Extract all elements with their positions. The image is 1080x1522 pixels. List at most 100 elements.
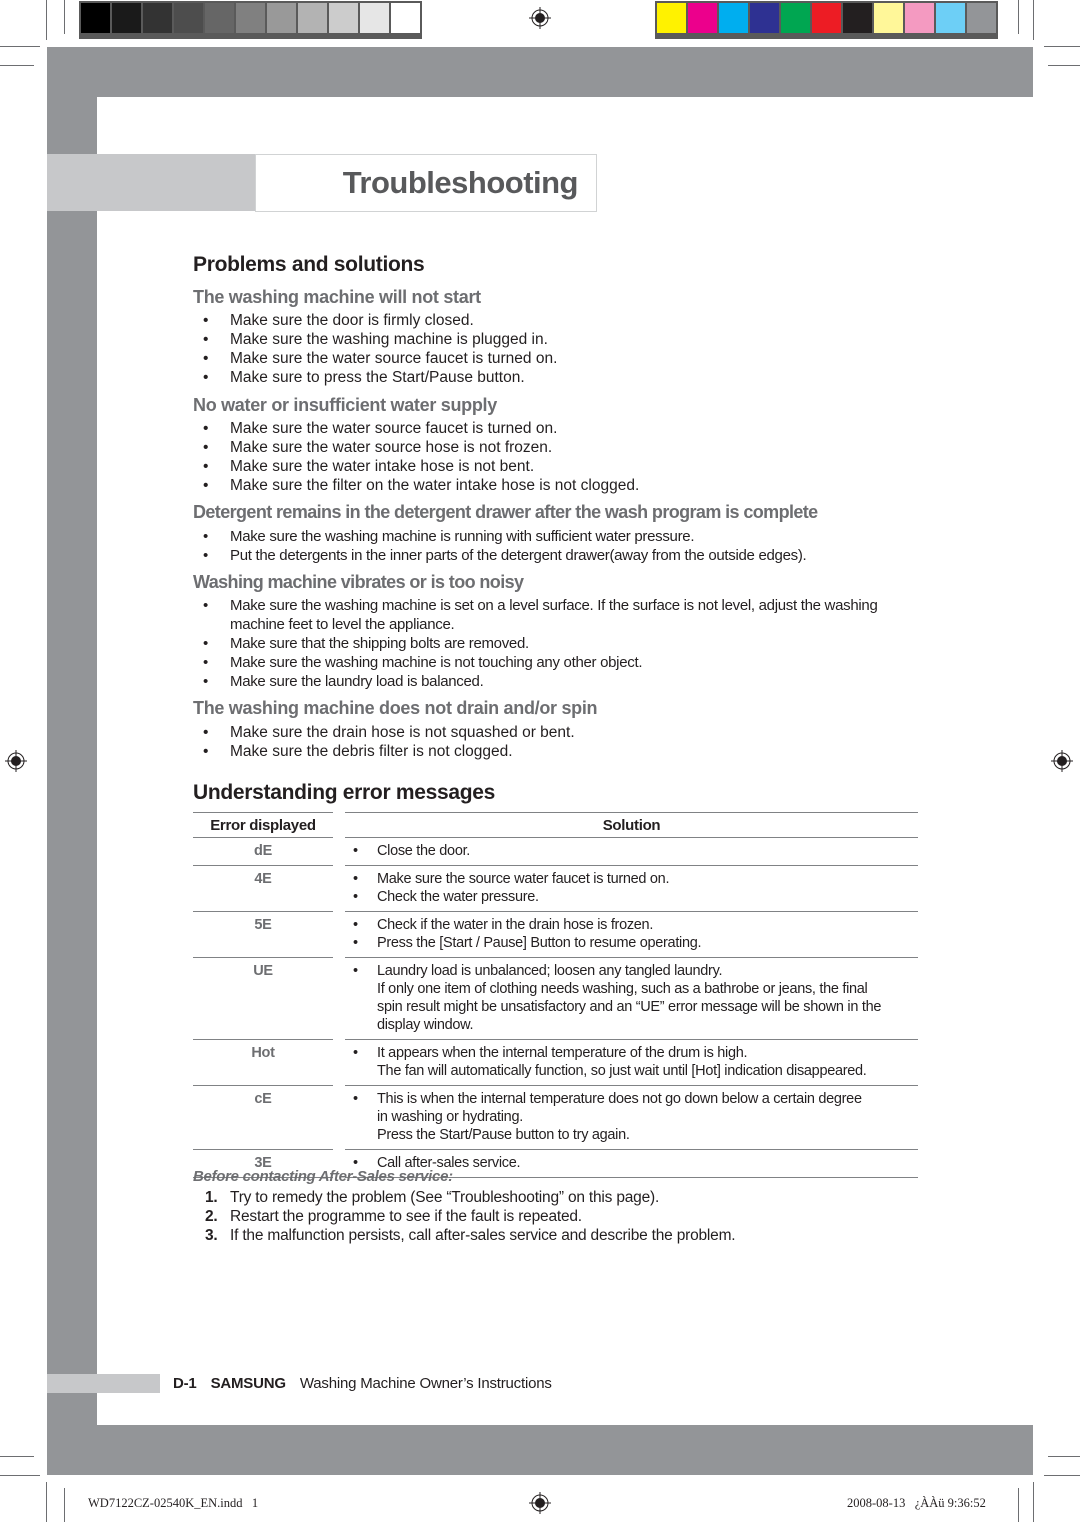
list-item: Make sure the drain hose is not squashed… <box>203 723 575 742</box>
section-title: Washing machine vibrates or is too noisy <box>193 572 524 592</box>
solution-line: It appears when the internal temperature… <box>345 1044 918 1062</box>
solution-line: If only one item of clothing needs washi… <box>377 981 868 997</box>
section-title: No water or insufficient water supply <box>193 395 497 415</box>
solution-cell: Check if the water in the drain hose is … <box>345 912 918 958</box>
list-item: Make sure the laundry load is balanced. <box>203 672 883 691</box>
problems-heading: Problems and solutions <box>193 253 425 276</box>
color-swatch <box>174 3 203 33</box>
registration-mark-icon <box>529 1492 551 1514</box>
section-title: The washing machine does not drain and/o… <box>193 698 598 718</box>
timestamp-slug: 2008-08-13 ¿ÀÀü 9:36:52 <box>847 1496 986 1510</box>
solution-line: Close the door. <box>345 842 918 860</box>
table-row: cE This is when the internal temperature … <box>193 1086 918 1150</box>
solution-cell: It appears when the internal temperature… <box>345 1040 918 1086</box>
error-code-cell: dE <box>193 838 333 866</box>
step-item: 2. Restart the programme to see if the fa… <box>205 1207 735 1226</box>
bottom-band <box>47 1425 1033 1475</box>
table-header-row: Error displayed Solution <box>193 812 918 838</box>
crop-mark <box>64 0 65 34</box>
list-item: Make sure the water source hose is not f… <box>203 438 639 457</box>
solution-line: Make sure the source water faucet is tur… <box>345 870 918 888</box>
error-code-cell: cE <box>193 1086 333 1150</box>
crop-mark <box>1033 1482 1034 1522</box>
list-item: Make sure the washing machine is plugged… <box>203 330 557 349</box>
crop-mark <box>64 1488 65 1522</box>
table-row: 4E Make sure the source water faucet is t… <box>193 866 918 912</box>
title-tab <box>47 154 255 211</box>
color-swatch <box>843 3 872 33</box>
solution-line: display window. <box>377 1017 474 1033</box>
solution-cell: This is when the internal temperature do… <box>345 1086 918 1150</box>
list-item: Make sure the washing machine is set on … <box>203 596 883 634</box>
list-item: Make sure the water intake hose is not b… <box>203 457 639 476</box>
color-swatch <box>967 3 996 33</box>
solution-cell: Close the door. <box>345 838 918 866</box>
solution-line: This is when the internal temperature do… <box>345 1090 918 1108</box>
error-table: Error displayed Solution dE Close the doo… <box>193 812 918 1178</box>
color-swatch <box>329 3 358 33</box>
solution-cell: Make sure the source water faucet is tur… <box>345 866 918 912</box>
error-code: 4E <box>254 871 272 887</box>
list-item: Make sure the water source faucet is tur… <box>203 419 639 438</box>
cmyk-color-bar <box>655 1 998 39</box>
step-text: Try to remedy the problem (See “Troubles… <box>230 1189 660 1206</box>
registration-mark-icon <box>5 750 27 772</box>
table-row: UE Laundry load is unbalanced; loosen any… <box>193 958 918 1040</box>
document-title: Washing Machine Owner’s Instructions <box>299 1375 552 1392</box>
step-number: 1. <box>205 1189 218 1206</box>
section-list: Make sure the door is firmly closed. Mak… <box>203 311 557 387</box>
list-item: Make sure the washing machine is running… <box>203 527 806 546</box>
color-swatch <box>657 3 686 33</box>
solution-line: Press the [Start / Pause] Button to resu… <box>345 934 918 952</box>
solution-line: Check if the water in the drain hose is … <box>345 916 918 934</box>
section-list: Make sure the water source faucet is tur… <box>203 419 639 495</box>
color-swatch <box>719 3 748 33</box>
list-item: Make sure the debris filter is not clogg… <box>203 742 575 761</box>
registration-mark-icon <box>529 7 551 29</box>
table-row: 5E Check if the water in the drain hose i… <box>193 912 918 958</box>
page-title: Troubleshooting <box>342 165 579 200</box>
step-item: 3. If the malfunction persists, call afte… <box>205 1226 736 1245</box>
error-code-cell: 4E <box>193 866 333 912</box>
color-swatch <box>750 3 779 33</box>
step-number: 3. <box>205 1227 218 1244</box>
color-swatch <box>874 3 903 33</box>
crop-mark <box>1033 0 1034 40</box>
step-number: 2. <box>205 1208 218 1225</box>
color-swatch <box>688 3 717 33</box>
crop-mark <box>0 1475 40 1476</box>
section-list: Make sure the washing machine is running… <box>203 527 807 565</box>
grayscale-color-bar <box>79 1 422 39</box>
color-swatch <box>143 3 172 33</box>
crop-mark <box>1018 1488 1019 1522</box>
color-swatch <box>205 3 234 33</box>
top-band <box>47 47 1033 97</box>
list-item: Make sure the washing machine is not tou… <box>203 653 883 672</box>
solution-line: Laundry load is unbalanced; loosen any t… <box>345 962 918 980</box>
solution-cell: Laundry load is unbalanced; loosen any t… <box>345 958 918 1040</box>
error-code: dE <box>254 843 272 859</box>
solution-line: Press the Start/Pause button to try agai… <box>377 1127 630 1143</box>
crop-mark <box>0 46 40 47</box>
page-footer: D-1 SAMSUNG Washing Machine Owner’s Instru… <box>173 1375 552 1392</box>
step-text: If the malfunction persists, call after-… <box>230 1227 736 1244</box>
list-item: Make sure the door is firmly closed. <box>203 311 557 330</box>
solution-line: in washing or hydrating. <box>377 1109 523 1125</box>
step-item: 1. Try to remedy the problem (See “Troub… <box>205 1188 735 1207</box>
section-list: Make sure the drain hose is not squashed… <box>203 723 575 761</box>
color-swatch <box>812 3 841 33</box>
section-title: Detergent remains in the detergent drawe… <box>193 502 818 522</box>
left-band <box>47 97 97 1425</box>
crop-mark <box>0 65 34 66</box>
color-swatch <box>936 3 965 33</box>
color-swatch <box>81 3 110 33</box>
footer-tab <box>47 1374 160 1393</box>
solution-line: Check the water pressure. <box>345 888 918 906</box>
error-code: UE <box>253 963 273 979</box>
crop-mark <box>1044 1475 1080 1476</box>
error-code-cell: 5E <box>193 912 333 958</box>
section-title: The washing machine will not start <box>193 287 481 307</box>
list-item: Make sure to press the Start/Pause butto… <box>203 368 557 387</box>
error-code: 5E <box>254 917 272 933</box>
color-swatch <box>298 3 327 33</box>
